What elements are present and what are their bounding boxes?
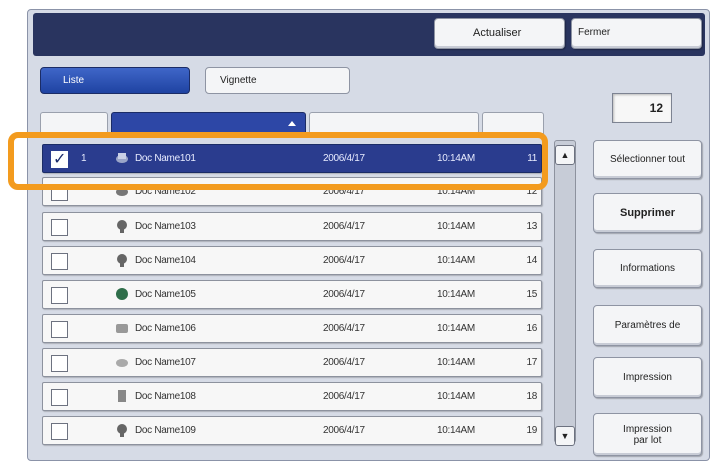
row-checkbox[interactable] [51, 423, 68, 440]
scroll-down-button[interactable]: ▼ [555, 426, 575, 446]
doc-date: 2006/4/17 [323, 221, 365, 232]
doc-name: Doc Name107 [135, 357, 196, 368]
doc-name: Doc Name106 [135, 323, 196, 334]
doc-date: 2006/4/17 [323, 391, 365, 402]
delete-button[interactable]: Supprimer [593, 193, 702, 233]
doc-name: Doc Name104 [135, 255, 196, 266]
batch-print-button[interactable]: Impression par lot [593, 413, 702, 456]
table-row[interactable]: Doc Name107 2006/4/17 10:14AM 17 [42, 348, 542, 377]
table-row[interactable]: Doc Name103 2006/4/17 10:14AM 13 [42, 212, 542, 241]
params-button[interactable]: Paramètres de [593, 305, 702, 346]
refresh-label: Actualiser [473, 27, 522, 39]
doc-time: 10:14AM [437, 289, 475, 300]
row-checkbox[interactable] [51, 219, 68, 236]
document-icon [117, 254, 127, 267]
row-checkbox[interactable] [51, 389, 68, 406]
column-header-date[interactable] [309, 112, 479, 134]
table-row[interactable]: Doc Name108 2006/4/17 10:14AM 18 [42, 382, 542, 411]
doc-time: 10:14AM [437, 255, 475, 266]
doc-name: Doc Name109 [135, 425, 196, 436]
folder-icon [116, 324, 128, 333]
document-icon [118, 390, 126, 402]
column-header-name[interactable] [111, 112, 306, 134]
table-row[interactable]: Doc Name105 2006/4/17 10:14AM 15 [42, 280, 542, 309]
document-icon [116, 359, 128, 367]
row-checkbox[interactable] [51, 321, 68, 338]
row-checkbox[interactable] [51, 253, 68, 270]
doc-date: 2006/4/17 [323, 425, 365, 436]
doc-count: 18 [526, 391, 537, 402]
info-button[interactable]: Informations [593, 249, 702, 288]
table-row[interactable]: Doc Name106 2006/4/17 10:14AM 16 [42, 314, 542, 343]
document-icon [117, 424, 127, 437]
selection-highlight [8, 132, 548, 190]
scrollbar[interactable] [554, 140, 576, 443]
scroll-up-button[interactable]: ▲ [555, 145, 575, 165]
document-icon [117, 220, 127, 233]
table-row[interactable]: Doc Name109 2006/4/17 10:14AM 19 [42, 416, 542, 445]
doc-time: 10:14AM [437, 357, 475, 368]
batch-print-label-line1: Impression [623, 423, 672, 435]
doc-date: 2006/4/17 [323, 289, 365, 300]
doc-count: 14 [526, 255, 537, 266]
doc-name: Doc Name105 [135, 289, 196, 300]
tab-thumbnail-label: Vignette [220, 75, 257, 86]
close-label: Fermer [578, 27, 611, 38]
doc-date: 2006/4/17 [323, 323, 365, 334]
doc-time: 10:14AM [437, 323, 475, 334]
select-all-label: Sélectionner tout [609, 154, 686, 165]
refresh-button[interactable]: Actualiser [434, 18, 565, 49]
doc-count: 19 [526, 425, 537, 436]
select-all-button[interactable]: Sélectionner tout [593, 140, 702, 179]
tab-list-view[interactable]: Liste [40, 67, 190, 94]
column-header-count[interactable] [482, 112, 544, 134]
doc-count: 13 [526, 221, 537, 232]
globe-icon [116, 288, 128, 300]
doc-time: 10:14AM [437, 425, 475, 436]
batch-print-label-line2: par lot [633, 434, 662, 446]
column-header-checkbox[interactable] [40, 112, 108, 134]
tab-list-label: Liste [63, 75, 85, 86]
sort-ascending-icon [288, 121, 296, 126]
doc-date: 2006/4/17 [323, 357, 365, 368]
doc-name: Doc Name108 [135, 391, 196, 402]
params-label: Paramètres de [614, 320, 681, 331]
table-row[interactable]: Doc Name104 2006/4/17 10:14AM 14 [42, 246, 542, 275]
doc-count: 17 [526, 357, 537, 368]
delete-label: Supprimer [619, 207, 675, 219]
tab-thumbnail-view[interactable]: Vignette [205, 67, 350, 94]
print-label: Impression [623, 372, 672, 383]
doc-count: 15 [526, 289, 537, 300]
doc-time: 10:14AM [437, 221, 475, 232]
document-count: 12 [612, 93, 672, 123]
doc-name: Doc Name103 [135, 221, 196, 232]
row-checkbox[interactable] [51, 287, 68, 304]
doc-count: 16 [526, 323, 537, 334]
info-label: Informations [619, 263, 676, 274]
row-checkbox[interactable] [51, 355, 68, 372]
doc-date: 2006/4/17 [323, 255, 365, 266]
print-button[interactable]: Impression [593, 357, 702, 398]
doc-time: 10:14AM [437, 391, 475, 402]
close-button[interactable]: Fermer [571, 18, 702, 49]
